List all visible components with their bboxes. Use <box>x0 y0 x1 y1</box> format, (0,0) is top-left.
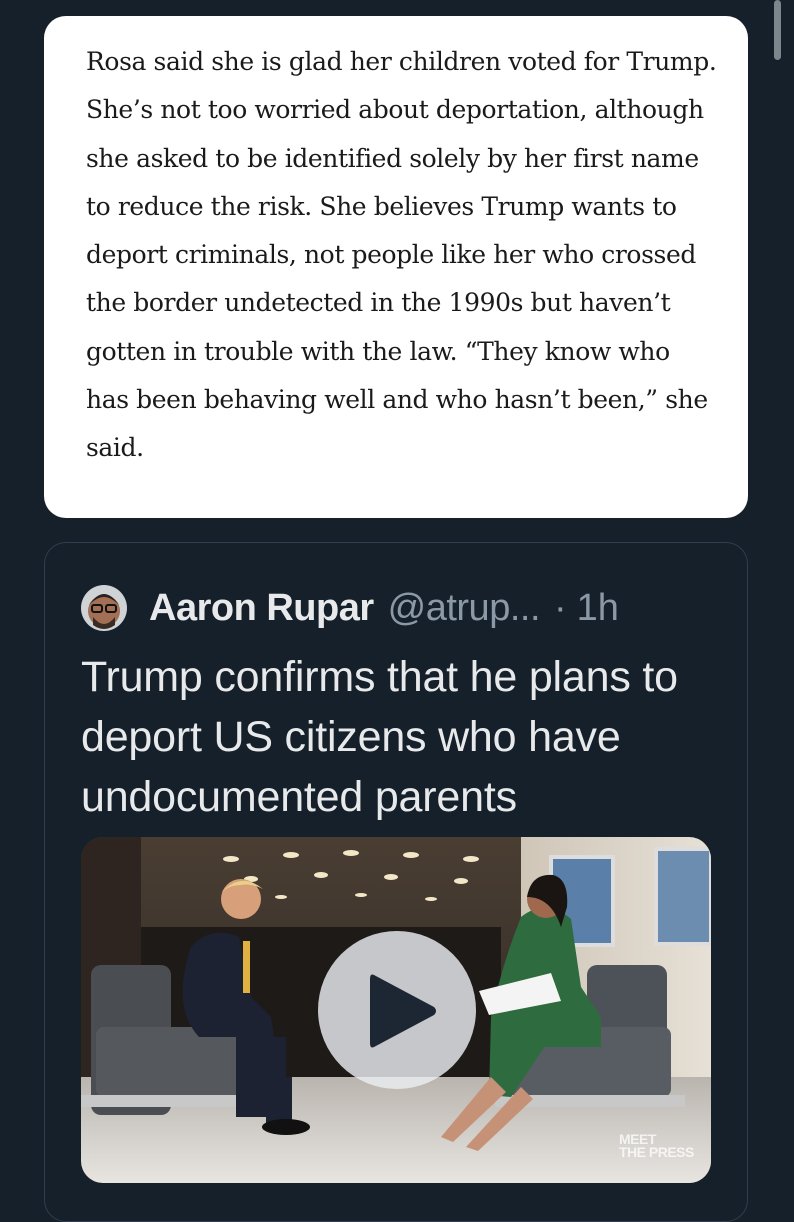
video-player[interactable]: MEET THE PRESS <box>81 837 711 1183</box>
play-icon <box>370 974 436 1048</box>
avatar[interactable] <box>81 585 127 631</box>
user-handle[interactable]: @atrup... <box>388 587 541 630</box>
article-excerpt-text: Rosa said she is glad her children voted… <box>86 47 717 463</box>
tweet-header: Aaron Rupar @atrup... · 1h <box>81 585 619 631</box>
scrollbar[interactable] <box>774 0 781 60</box>
network-logo-line-2: THE PRESS <box>619 1144 694 1160</box>
quoted-tweet-card[interactable]: Aaron Rupar @atrup... · 1h Trump confirm… <box>44 542 748 1222</box>
play-button[interactable] <box>318 931 476 1089</box>
tweet-text: Trump confirms that he plans to deport U… <box>81 653 678 821</box>
tweet-timestamp[interactable]: 1h <box>577 587 619 630</box>
display-name[interactable]: Aaron Rupar <box>149 587 374 630</box>
network-logo: MEET THE PRESS <box>619 1132 694 1160</box>
separator-dot: · <box>554 586 567 629</box>
article-excerpt-card: Rosa said she is glad her children voted… <box>44 16 748 518</box>
